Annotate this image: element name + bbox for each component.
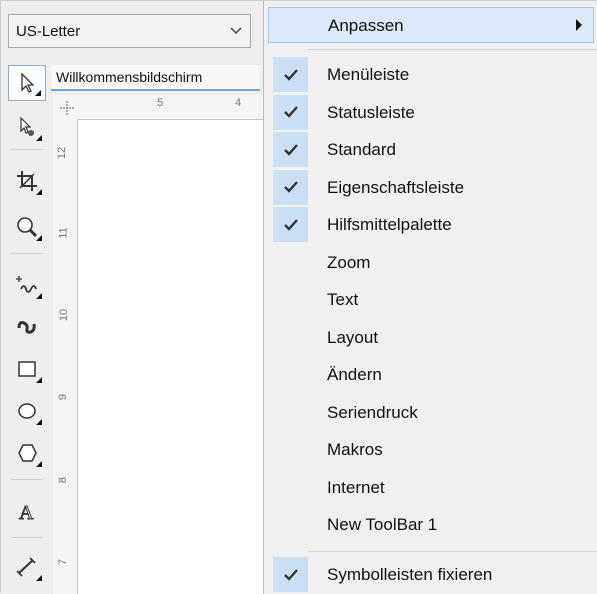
checkmark-box — [273, 207, 308, 242]
flyout-corner-icon — [36, 235, 42, 241]
text-tool-button[interactable]: A — [8, 493, 46, 529]
checkmark-box — [273, 395, 308, 430]
ruler-origin-icon — [60, 101, 74, 115]
checkmark-icon — [283, 143, 298, 156]
menu-item-label: Makros — [327, 440, 383, 459]
flyout-corner-icon — [35, 90, 41, 96]
artistic-media-icon — [17, 321, 36, 334]
checkmark-box — [273, 132, 308, 167]
menu-item-label: Text — [327, 290, 359, 309]
checkmark-box — [273, 470, 308, 505]
checkmark-box — [273, 282, 308, 317]
ellipse-tool-button[interactable] — [8, 393, 46, 429]
checkmark-box — [273, 557, 308, 592]
dimension-tool-button[interactable] — [8, 549, 46, 585]
menu-item[interactable]: Seriendruck — [268, 394, 594, 431]
tool-divider — [11, 253, 43, 254]
menu-item[interactable]: Makros — [268, 431, 594, 468]
menu-item-label: Hilfsmittelpalette — [327, 215, 452, 234]
checkmark-icon — [283, 106, 298, 118]
tool-divider — [11, 149, 43, 150]
checkmark-icon — [283, 181, 298, 193]
menu-item-label: Statusleiste — [327, 102, 415, 122]
submenu-arrow-icon — [576, 19, 582, 31]
page-size-dropdown[interactable]: US-Letter — [8, 14, 251, 48]
flyout-corner-icon — [36, 575, 42, 581]
menu-item-label: Internet — [327, 477, 385, 497]
menu-item[interactable]: Standard — [268, 131, 594, 168]
crop-tool-button[interactable] — [8, 163, 46, 199]
zoom-tool-button[interactable] — [8, 209, 46, 245]
chevron-down-icon — [222, 24, 250, 38]
rectangle-tool-button[interactable] — [8, 351, 46, 387]
menu-item-symbolleisten-fixieren[interactable]: Symbolleisten fixieren — [268, 556, 594, 593]
menu-item-label: Ändern — [327, 365, 382, 384]
menu-item-label: Menüleiste — [327, 65, 410, 84]
text-tool-icon: A — [19, 502, 35, 525]
flyout-corner-icon — [36, 461, 42, 467]
checkmark-icon — [283, 68, 298, 81]
toolbox: A — [5, 63, 49, 591]
menu-item-label: Symbolleisten fixieren — [327, 565, 493, 584]
flyout-corner-icon — [36, 135, 42, 141]
tool-divider — [11, 537, 43, 538]
ruler-tick-label: 11 — [57, 227, 70, 239]
drawing-app: US-Letter A Willkommensbildschirm 5 4 12… — [1, 1, 263, 594]
flyout-corner-icon — [36, 189, 42, 195]
toolbar-context-menu: Anpassen Menüleiste Statusleiste Standard E… — [263, 1, 597, 594]
flyout-corner-icon — [36, 377, 42, 383]
checkmark-box — [273, 57, 308, 92]
checkmark-box — [273, 357, 308, 392]
menu-item-label: Zoom — [327, 252, 371, 272]
menu-item[interactable]: Text — [268, 281, 594, 318]
shape-tool-button[interactable] — [8, 109, 46, 145]
checkmark-icon — [283, 568, 298, 581]
menu-item[interactable]: New ToolBar 1 — [268, 506, 594, 543]
ruler-tick-label: 12 — [56, 146, 69, 160]
checkmark-icon — [283, 218, 298, 231]
flyout-corner-icon — [36, 293, 42, 299]
menu-item[interactable]: Hilfsmittelpalette — [268, 206, 594, 243]
ruler-tick-label: 8 — [57, 476, 70, 484]
flyout-corner-icon — [36, 419, 42, 425]
page-size-value: US-Letter — [16, 22, 81, 40]
ruler-tick-label: 5 — [157, 97, 164, 109]
menu-item-label: Anpassen — [328, 16, 404, 35]
document-tab[interactable]: Willkommensbildschirm — [51, 65, 260, 91]
menu-item-label: New ToolBar 1 — [327, 515, 438, 534]
checkmark-box — [273, 507, 308, 542]
checkmark-box — [273, 432, 308, 467]
vertical-ruler: 12 11 10 9 8 7 — [53, 119, 78, 594]
checkmark-box — [273, 320, 308, 355]
checkmark-box — [273, 169, 308, 205]
checkmark-box — [273, 245, 308, 280]
menu-item[interactable]: Internet — [268, 469, 594, 506]
svg-text:A: A — [19, 502, 34, 524]
menu-item[interactable]: Eigenschaftsleiste — [268, 169, 594, 206]
polygon-tool-button[interactable] — [8, 435, 46, 471]
menu-item[interactable]: Ändern — [268, 356, 594, 393]
menu-item[interactable]: Menüleiste — [268, 56, 594, 93]
menu-item-label: Standard — [327, 140, 396, 159]
pick-tool-button[interactable] — [8, 65, 46, 101]
tool-divider — [11, 479, 43, 480]
ruler-tick-label: 9 — [57, 393, 70, 401]
menu-item-anpassen[interactable]: Anpassen — [268, 7, 594, 43]
menu-item[interactable]: Zoom — [268, 244, 594, 281]
menu-item-label: Layout — [327, 327, 379, 347]
ruler-tick-label: 10 — [58, 308, 71, 322]
menu-divider — [308, 49, 597, 50]
menu-divider — [308, 551, 597, 552]
menu-item[interactable]: Statusleiste — [268, 94, 594, 131]
ruler-tick-label: 7 — [57, 558, 70, 566]
drawing-canvas[interactable] — [78, 120, 263, 594]
menu-item-label: Eigenschaftsleiste — [327, 177, 465, 197]
checkmark-box — [273, 94, 308, 130]
artistic-media-button[interactable] — [8, 307, 46, 343]
menu-item-label: Seriendruck — [327, 402, 418, 422]
ruler-tick-label: 4 — [235, 97, 242, 109]
menu-item[interactable]: Layout — [268, 319, 594, 356]
horizontal-ruler: 5 4 — [53, 95, 263, 120]
freehand-tool-button[interactable] — [8, 267, 46, 303]
